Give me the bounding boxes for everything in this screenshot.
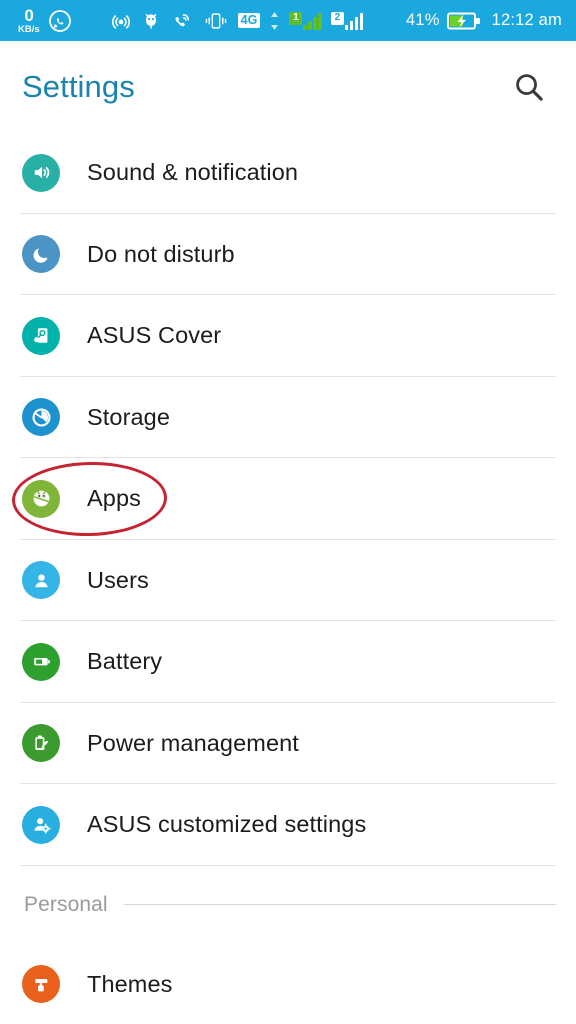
hotspot-icon xyxy=(110,10,132,32)
list-item-label: Sound & notification xyxy=(87,159,299,186)
network-type-badge: 4G xyxy=(237,12,261,29)
data-transfer-arrows-icon xyxy=(270,11,279,31)
usb-debug-icon xyxy=(141,10,161,32)
sim2-badge-label: 2 xyxy=(330,11,344,25)
cover-icon xyxy=(22,316,60,355)
app-header: Settings xyxy=(0,41,576,132)
moon-icon xyxy=(22,235,60,274)
missed-call-icon xyxy=(170,10,194,32)
list-item-apps[interactable]: Apps xyxy=(0,458,576,540)
list-item-label: Power management xyxy=(87,729,299,756)
sim1-badge-label: 1 xyxy=(289,11,303,25)
network-speed-indicator: 0 KB/s xyxy=(18,7,40,35)
android-robot-icon xyxy=(22,479,60,518)
storage-disk-icon xyxy=(22,398,60,437)
list-item-sound-notification[interactable]: Sound & notification xyxy=(0,132,576,214)
status-bar-left-group: 0 KB/s xyxy=(18,7,72,35)
list-item-users[interactable]: Users xyxy=(0,540,576,622)
list-item-label: Storage xyxy=(87,403,171,430)
vibrate-icon xyxy=(203,10,229,32)
list-item-power-management[interactable]: Power management xyxy=(0,703,576,785)
status-bar-clock: 12:12 am xyxy=(491,11,562,29)
list-item-asus-customized-settings[interactable]: ASUS customized settings xyxy=(0,784,576,866)
speaker-icon xyxy=(22,153,60,192)
list-item-do-not-disturb[interactable]: Do not disturb xyxy=(0,214,576,296)
page-title: Settings xyxy=(22,69,135,104)
status-bar: 0 KB/s 4G 1 2 41% 12:12 am xyxy=(0,0,576,41)
battery-icon xyxy=(22,642,60,681)
settings-list: Sound & notification Do not disturb ASUS… xyxy=(0,132,576,1024)
whatsapp-icon xyxy=(48,9,72,33)
status-bar-right-group: 41% 12:12 am xyxy=(406,11,562,31)
network-speed-unit: KB/s xyxy=(18,23,40,35)
paint-roller-icon xyxy=(22,965,60,1004)
person-icon xyxy=(22,561,60,600)
network-speed-value: 0 xyxy=(24,5,34,25)
battery-charging-icon xyxy=(446,11,481,31)
section-label: Personal xyxy=(24,892,108,916)
section-divider xyxy=(123,904,556,905)
section-header-personal: Personal xyxy=(0,866,576,944)
sim1-bars xyxy=(303,12,322,30)
sim2-bars xyxy=(344,12,364,30)
list-item-label: ASUS customized settings xyxy=(87,811,367,838)
list-item-storage[interactable]: Storage xyxy=(0,377,576,459)
status-bar-middle-group: 4G 1 2 xyxy=(110,10,364,32)
search-icon[interactable] xyxy=(506,64,552,110)
sim1-signal-icon: 1 xyxy=(289,11,322,30)
list-item-asus-cover[interactable]: ASUS Cover xyxy=(0,295,576,377)
list-item-label: Themes xyxy=(87,970,173,997)
list-item-label: ASUS Cover xyxy=(87,322,222,349)
list-item-label: Apps xyxy=(87,485,141,512)
list-item-themes[interactable]: Themes xyxy=(0,944,576,1024)
sim2-signal-icon: 2 xyxy=(330,11,364,30)
person-gear-icon xyxy=(22,805,60,844)
list-item-label: Do not disturb xyxy=(87,240,235,267)
battery-percent-label: 41% xyxy=(405,11,440,29)
list-item-label: Users xyxy=(87,566,149,593)
battery-leaf-icon xyxy=(22,724,60,763)
list-item-label: Battery xyxy=(87,648,163,675)
list-item-battery[interactable]: Battery xyxy=(0,621,576,703)
